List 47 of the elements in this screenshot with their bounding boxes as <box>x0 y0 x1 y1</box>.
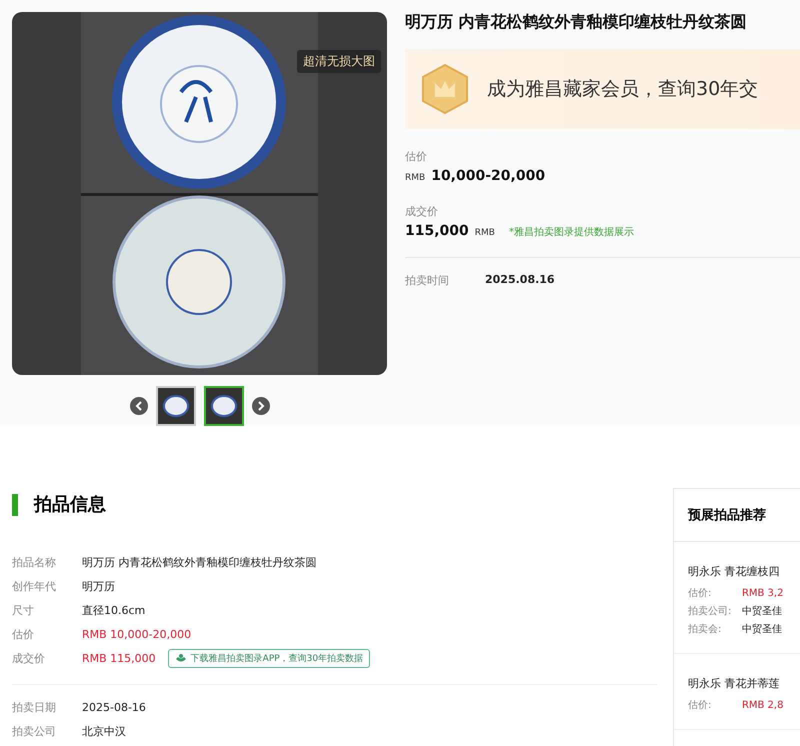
hd-image-badge[interactable]: 超清无损大图 <box>297 50 381 73</box>
field-label: 拍品名称 <box>12 554 57 570</box>
banner-text: 成为雅昌藏家会员，查询30年交 <box>487 77 758 102</box>
panel-title: 预展拍品推荐 <box>674 489 800 542</box>
estimate-value: 10,000-20,000 <box>431 168 546 184</box>
field-label: 拍卖会: <box>688 622 722 637</box>
field-value: 中贸圣佳 <box>742 604 782 619</box>
lot-title: 明万历 内青花松鹤纹外青釉模印缠枝牡丹纹茶圆 <box>405 12 748 33</box>
field-value: RMB 115,000 <box>82 652 156 664</box>
field-value: 明万历 <box>82 578 115 594</box>
currency-label: RMB <box>405 173 426 183</box>
data-source-note: *雅昌拍卖图录提供数据展示 <box>508 226 634 239</box>
estimate-label: 估价 <box>405 149 428 164</box>
chevron-right-icon <box>256 401 264 411</box>
field-value: 北京中汉 <box>82 724 126 738</box>
field-label: 尺寸 <box>12 602 35 618</box>
lot-link[interactable]: 明永乐 青花缠枝四 <box>688 564 800 579</box>
app-logo-icon <box>174 653 187 663</box>
field-label: 估价: <box>688 699 712 713</box>
section-heading: 拍品信息 <box>12 494 657 516</box>
field-label: 拍卖公司 <box>12 724 57 738</box>
field-label: 拍卖公司: <box>688 604 732 619</box>
field-value: RMB 2,8 <box>742 699 784 713</box>
next-button[interactable] <box>252 397 270 415</box>
field-value: RMB 10,000-20,000 <box>82 628 192 640</box>
field-value: RMB 3,2 <box>742 587 784 601</box>
auction-time-label: 拍卖时间 <box>405 273 449 288</box>
field-value: 直径10.6cm <box>82 602 146 618</box>
auction-time-value: 2025.08.16 <box>485 273 555 288</box>
hammer-price-label: 成交价 <box>405 204 439 219</box>
chevron-left-icon <box>134 401 142 411</box>
field-value: 明万历 内青花松鹤纹外青釉模印缠枝牡丹纹茶圆 <box>82 554 316 570</box>
hammer-price-value: 115,000 <box>405 223 469 239</box>
previous-button[interactable] <box>130 397 148 415</box>
field-label: 估价: <box>688 587 712 601</box>
app-download-button[interactable]: 下载雅昌拍卖图录APP，查询30年拍卖数据 <box>168 648 370 668</box>
currency-label: RMB <box>474 228 495 238</box>
field-label: 创作年代 <box>12 578 57 594</box>
field-label: 拍卖日期 <box>12 700 57 714</box>
lot-link[interactable]: 明永乐 青花并蒂莲 <box>688 676 800 691</box>
field-label: 估价 <box>12 626 35 642</box>
field-value: 中贸圣佳 <box>742 622 782 637</box>
thumbnail[interactable] <box>156 386 196 426</box>
field-label: 成交价 <box>12 650 46 666</box>
membership-banner[interactable]: 成为雅昌藏家会员，查询30年交 <box>405 49 800 129</box>
field-value: 2025-08-16 <box>82 700 146 714</box>
thumbnail[interactable] <box>204 386 244 426</box>
